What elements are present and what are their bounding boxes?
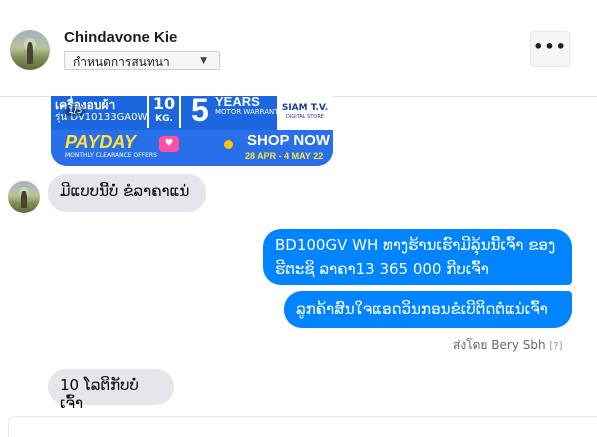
promo-dates: 28 APR - 4 MAY 22 [245, 151, 324, 161]
store-logo: SIAM T.V. DIGITAL STORE [277, 96, 333, 130]
message-bubble-incoming[interactable]: ມີແບບນີ້ບໍ່ ຂໍລາຄາແນ່ [48, 174, 206, 212]
heart-icon: ♥ [159, 136, 179, 152]
help-link[interactable]: [?] [549, 341, 562, 352]
banner-years-number: 5 [191, 96, 209, 128]
banner-kg-value: 10 [152, 96, 176, 113]
payday-text: PAYDAY [65, 132, 137, 152]
more-options-button[interactable]: ••• [530, 31, 570, 67]
clearance-text: MONTHLY CLEARANCE OFFERS [65, 152, 157, 159]
contact-name[interactable]: Chindavone Kie [64, 29, 177, 46]
product-image-attachment[interactable]: เครื่องอบผ้า รุ่น DV10133GA0W 1/3 10 KG.… [51, 96, 333, 166]
composer-edge [8, 416, 597, 437]
sent-by-text: ส่งโดย Bery Sbh [453, 338, 546, 352]
contact-avatar[interactable] [10, 30, 50, 70]
carousel-pager: 1/3 [65, 106, 86, 116]
conversation-header: Chindavone Kie กำหนดการสนทนา ▼ ••• [0, 0, 597, 97]
message-bubble-incoming[interactable]: 10 ໂລຕິກັບບໍ່ເຈົ້າ [48, 369, 174, 412]
chevron-down-icon: ▼ [200, 56, 207, 66]
store-sub: DIGITAL STORE [286, 114, 324, 120]
banner-kg: 10 KG. [147, 96, 181, 128]
store-name: SIAM T.V. [281, 103, 329, 113]
banner-motor-warranty: MOTOR WARRANTY [215, 108, 283, 116]
conversation-status-dropdown[interactable]: กำหนดการสนทนา ▼ [64, 51, 220, 70]
sender-avatar[interactable] [8, 181, 40, 213]
message-bubble-outgoing[interactable]: BD100GV WH ທາງຮ້ານເຮົາມີລຸ້ນນີ້ເຈົ້າ ຂອງ… [263, 229, 572, 285]
banner-kg-unit: KG. [155, 114, 173, 124]
shop-now-text: SHOP NOW [247, 132, 331, 149]
message-bubble-outgoing[interactable]: ລູກຄ້າສົນໃຈແອດວິນກອນຂໍເບີຕິດຕໍ່ແນ່ເຈົ້າ [284, 291, 572, 328]
status-dropdown-label: กำหนดการสนทนา [73, 55, 170, 69]
sent-by-label: ส่งโดย Bery Sbh [?] [453, 336, 563, 355]
coin-icon [224, 140, 233, 149]
